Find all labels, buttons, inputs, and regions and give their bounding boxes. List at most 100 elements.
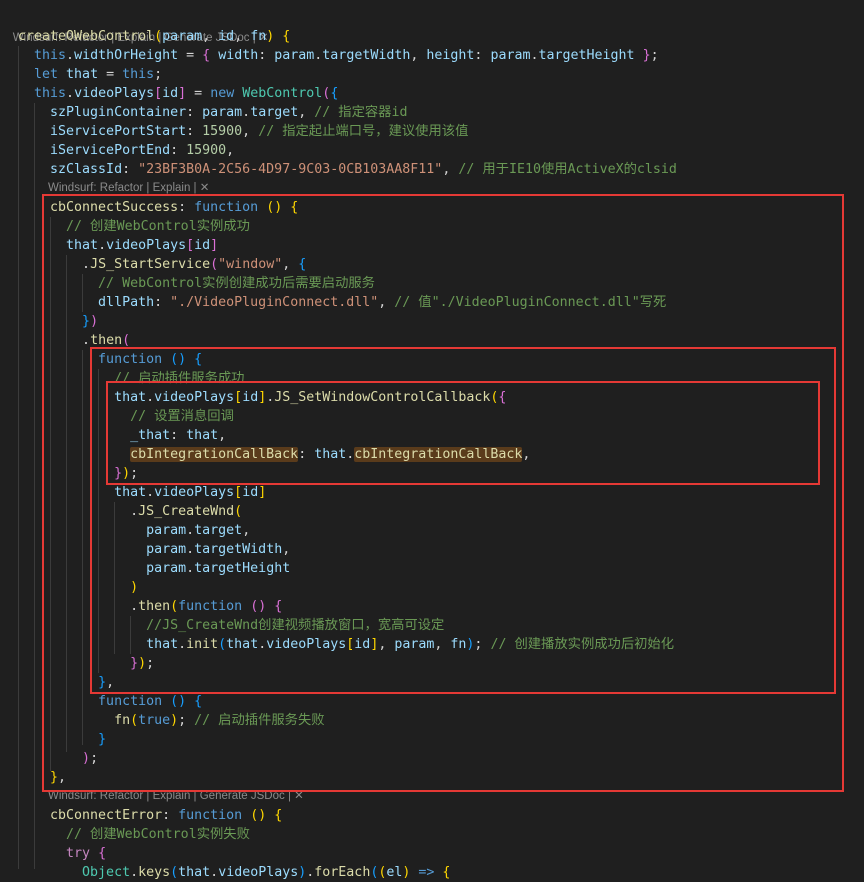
code-token: } — [114, 466, 123, 481]
code-token: { — [194, 352, 203, 367]
code-token: ) — [170, 713, 179, 728]
code-token: } — [50, 770, 59, 785]
code-token: height — [426, 48, 475, 63]
code-line[interactable]: // WebControl实例创建成功后需要启动服务 — [0, 274, 864, 293]
codelens-windsurf-refactor[interactable]: Windsurf: Refactor — [48, 790, 143, 802]
code-line[interactable]: } — [0, 730, 864, 749]
code-token: { — [290, 200, 299, 215]
indent-guide — [18, 46, 19, 869]
code-token: // WebControl实例创建成功后需要启动服务 — [18, 276, 375, 291]
code-token: , — [202, 29, 219, 44]
code-line[interactable]: }, — [0, 768, 864, 787]
code-line[interactable]: cbConnectSuccess: function () { — [0, 198, 864, 217]
code-line[interactable]: createOWebControl(param, id, fn) { — [0, 27, 864, 46]
code-token: param — [162, 29, 203, 44]
code-token: createOWebControl — [18, 29, 155, 44]
code-token: videoPlays — [74, 86, 155, 101]
code-line[interactable]: this.videoPlays[id] = new WebControl({ — [0, 84, 864, 103]
code-token: { — [194, 694, 203, 709]
code-line[interactable]: // 创建WebControl实例失败 — [0, 825, 864, 844]
code-token: target — [194, 523, 243, 538]
code-token: JS_StartService — [90, 257, 211, 272]
code-token: { — [498, 390, 507, 405]
code-token: targetWidth — [322, 48, 411, 63]
code-token: = — [98, 67, 123, 82]
code-line[interactable]: function () { — [0, 692, 864, 711]
code-token: , — [282, 257, 299, 272]
code-token: } — [642, 48, 651, 63]
code-token: WebControl — [242, 86, 323, 101]
codelens-explain[interactable]: Explain — [153, 790, 191, 802]
code-line[interactable]: }) — [0, 312, 864, 331]
code-token: videoPlays — [266, 637, 347, 652]
codelens-close-icon[interactable]: ✕ — [294, 790, 304, 802]
code-line[interactable]: that.videoPlays[id] — [0, 236, 864, 255]
code-token: , — [442, 162, 459, 177]
code-line[interactable]: iServicePortStart: 15900, // 指定起止端口号，建议使… — [0, 122, 864, 141]
code-token: => — [410, 865, 443, 880]
code-token: : — [122, 162, 139, 177]
indent-guide — [66, 255, 67, 752]
code-line[interactable]: szClassId: "23BF3B0A-2C56-4D97-9C03-0CB1… — [0, 160, 864, 179]
code-token: [ — [234, 390, 243, 405]
code-line[interactable]: this.widthOrHeight = { width: param.targ… — [0, 46, 864, 65]
code-token: fn — [250, 29, 267, 44]
code-line[interactable]: that.videoPlays[id].JS_SetWindowControlC… — [0, 388, 864, 407]
codelens-generate-jsdoc[interactable]: Generate JSDoc — [200, 790, 285, 802]
code-line[interactable]: that.videoPlays[id] — [0, 483, 864, 502]
code-line[interactable]: szPluginContainer: param.target, // 指定容器… — [0, 103, 864, 122]
code-token: () — [170, 352, 187, 367]
code-token: that — [18, 238, 99, 253]
code-token: { — [442, 865, 451, 880]
code-line[interactable]: _that: that, — [0, 426, 864, 445]
code-line[interactable]: try { — [0, 844, 864, 863]
code-token: then — [90, 333, 123, 348]
code-token: { — [274, 808, 283, 823]
code-line[interactable]: cbIntegrationCallBack: that.cbIntegratio… — [0, 445, 864, 464]
code-line[interactable]: .then( — [0, 331, 864, 350]
code-line[interactable]: fn(true); // 启动插件服务失败 — [0, 711, 864, 730]
code-token: [ — [154, 86, 163, 101]
code-line[interactable]: // 启动插件服务成功 — [0, 369, 864, 388]
code-line[interactable]: dllPath: "./VideoPluginConnect.dll", // … — [0, 293, 864, 312]
code-token: id — [218, 29, 235, 44]
code-line[interactable]: function () { — [0, 350, 864, 369]
code-token: : — [170, 143, 187, 158]
indent-guide — [98, 369, 99, 673]
code-token: () — [250, 599, 267, 614]
code-line[interactable]: .then(function () { — [0, 597, 864, 616]
code-line[interactable]: param.target, — [0, 521, 864, 540]
code-token: videoPlays — [154, 390, 235, 405]
code-token: , — [378, 637, 395, 652]
code-line[interactable]: Object.keys(that.videoPlays).forEach((el… — [0, 863, 864, 882]
code-line[interactable]: }); — [0, 654, 864, 673]
codelens-explain[interactable]: Explain — [153, 182, 191, 194]
code-token: . — [66, 86, 75, 101]
code-line[interactable]: iServicePortEnd: 15900, — [0, 141, 864, 160]
code-line[interactable]: .JS_CreateWnd( — [0, 502, 864, 521]
code-token: 15900 — [186, 143, 227, 158]
code-line[interactable]: param.targetWidth, — [0, 540, 864, 559]
code-token: ( — [122, 333, 131, 348]
codelens-windsurf-refactor[interactable]: Windsurf: Refactor — [48, 182, 143, 194]
code-token: ) — [130, 580, 139, 595]
code-line[interactable]: }); — [0, 464, 864, 483]
code-line[interactable]: ) — [0, 578, 864, 597]
code-line[interactable]: cbConnectError: function () { — [0, 806, 864, 825]
indent-guide — [34, 103, 35, 869]
code-line[interactable]: }, — [0, 673, 864, 692]
code-line[interactable]: // 设置消息回调 — [0, 407, 864, 426]
codelens-close-icon[interactable]: ✕ — [200, 182, 210, 194]
code-line[interactable]: .JS_StartService("window", { — [0, 255, 864, 274]
code-token: : — [186, 105, 203, 120]
code-token: . — [242, 105, 251, 120]
code-line[interactable]: ); — [0, 749, 864, 768]
code-line[interactable]: // 创建WebControl实例成功 — [0, 217, 864, 236]
code-line[interactable]: param.targetHeight — [0, 559, 864, 578]
code-token: // 启动插件服务失败 — [194, 713, 325, 728]
code-line[interactable]: let that = this; — [0, 65, 864, 84]
code-token: init — [186, 637, 219, 652]
code-token: videoPlays — [154, 485, 235, 500]
